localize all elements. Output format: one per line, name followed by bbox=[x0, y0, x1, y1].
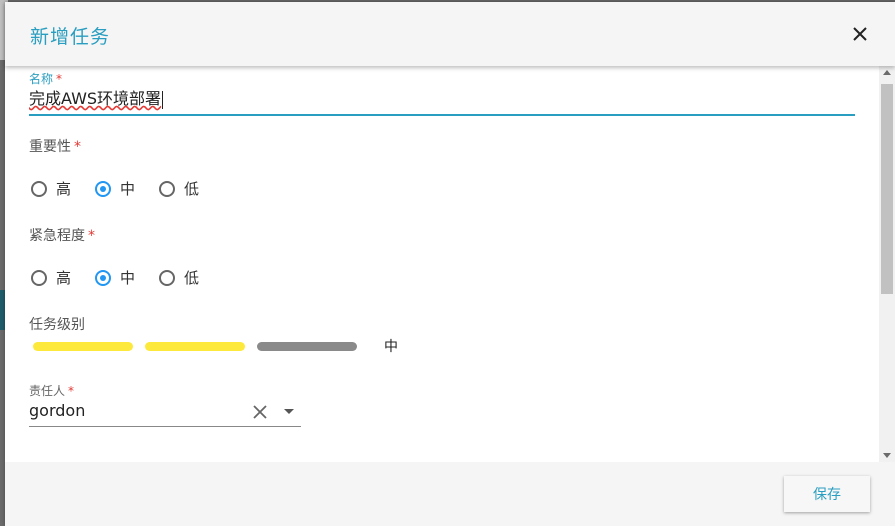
text-caret bbox=[162, 90, 164, 109]
urgency-option-high[interactable]: 高 bbox=[31, 267, 95, 288]
name-input[interactable]: 完成AWS环境部署 bbox=[29, 86, 855, 116]
task-level-bar bbox=[257, 342, 357, 351]
owner-select[interactable]: gordon bbox=[29, 398, 301, 427]
urgency-radio-group: 高 中 低 bbox=[31, 267, 223, 288]
new-task-dialog: 新增任务 名称 * 完成AWS环境部署 重要性 * 高 中 低 紧急程度 * 高… bbox=[5, 2, 895, 526]
importance-option-high[interactable]: 高 bbox=[31, 178, 95, 199]
scrollbar[interactable] bbox=[879, 66, 895, 462]
save-button[interactable]: 保存 bbox=[784, 476, 870, 512]
importance-option-medium[interactable]: 中 bbox=[95, 178, 159, 199]
owner-label: 责任人 * bbox=[29, 384, 75, 398]
urgency-option-low[interactable]: 低 bbox=[159, 267, 223, 288]
task-level-meter bbox=[33, 342, 357, 351]
task-level-label: 任务级别 bbox=[29, 317, 85, 333]
clear-icon[interactable] bbox=[251, 403, 269, 421]
scroll-down-arrow-icon[interactable] bbox=[883, 453, 891, 458]
dialog-body: 名称 * 完成AWS环境部署 重要性 * 高 中 低 紧急程度 * 高 中 低 … bbox=[5, 66, 879, 462]
radio-unchecked-icon[interactable] bbox=[31, 269, 47, 286]
radio-checked-icon[interactable] bbox=[95, 180, 111, 197]
scrollbar-thumb[interactable] bbox=[881, 84, 893, 294]
name-value: 完成AWS环境部署 bbox=[29, 89, 162, 108]
importance-label: 重要性 * bbox=[29, 139, 81, 155]
radio-unchecked-icon[interactable] bbox=[31, 180, 47, 197]
scroll-up-arrow-icon[interactable] bbox=[883, 70, 891, 75]
owner-value: gordon bbox=[29, 401, 86, 420]
task-level-bar bbox=[145, 342, 245, 351]
dropdown-arrow-icon[interactable] bbox=[284, 409, 294, 414]
radio-checked-icon[interactable] bbox=[95, 269, 111, 286]
urgency-label: 紧急程度 * bbox=[29, 228, 95, 244]
dialog-footer: 保存 bbox=[5, 462, 895, 526]
radio-unchecked-icon[interactable] bbox=[159, 180, 175, 197]
radio-unchecked-icon[interactable] bbox=[159, 269, 175, 286]
dialog-header: 新增任务 bbox=[5, 2, 895, 66]
urgency-option-medium[interactable]: 中 bbox=[95, 267, 159, 288]
importance-option-low[interactable]: 低 bbox=[159, 178, 223, 199]
task-level-value: 中 bbox=[384, 339, 398, 355]
task-level-bar bbox=[33, 342, 133, 351]
dialog-title: 新增任务 bbox=[30, 26, 111, 48]
close-icon[interactable] bbox=[849, 23, 871, 45]
importance-radio-group: 高 中 低 bbox=[31, 178, 223, 199]
name-label: 名称 * bbox=[29, 72, 63, 86]
